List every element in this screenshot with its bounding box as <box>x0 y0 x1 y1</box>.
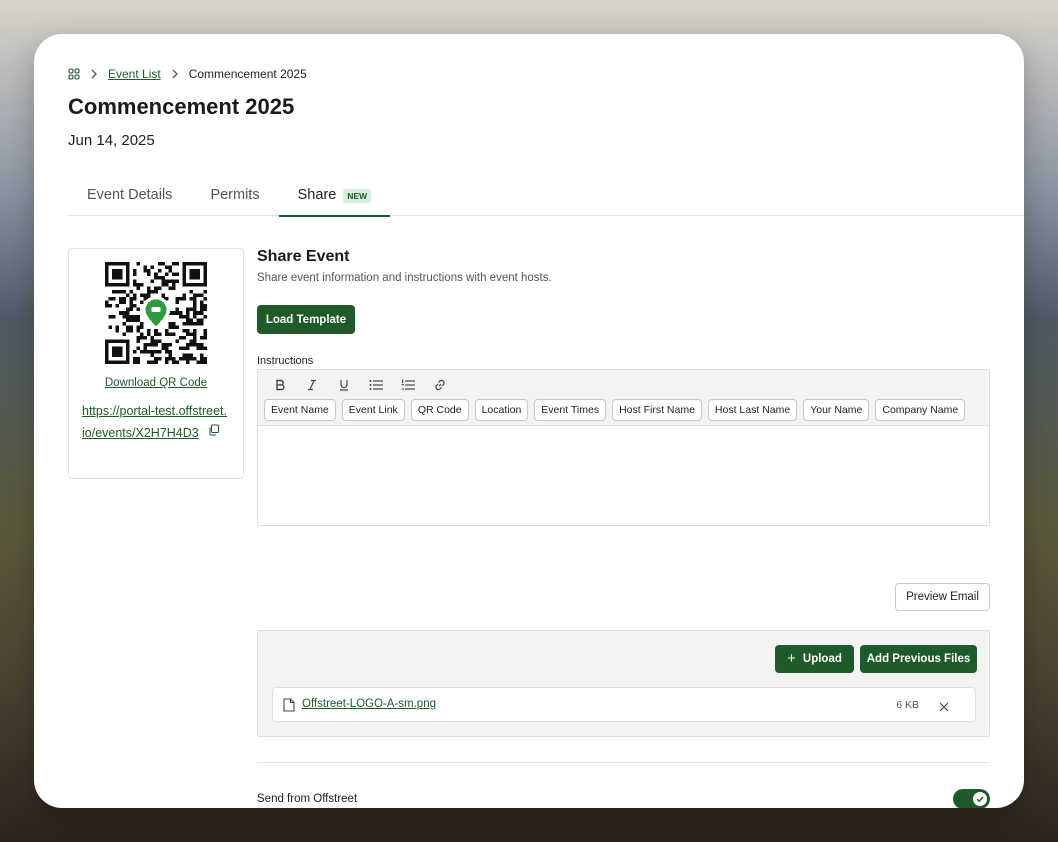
instructions-label: Instructions <box>257 355 314 367</box>
attachments-panel: + Upload Add Previous Files Offstreet-LO… <box>257 630 990 737</box>
qr-card: Download QR Code https://portal-test.off… <box>68 248 244 479</box>
grid-icon[interactable] <box>68 68 80 80</box>
car-pin-icon <box>141 296 171 327</box>
load-template-button[interactable]: Load Template <box>257 305 355 334</box>
breadcrumb-event-list-link[interactable]: Event List <box>108 67 161 81</box>
merge-field-token-host-last-name[interactable]: Host Last Name <box>707 399 798 421</box>
instructions-text-area[interactable] <box>258 426 989 525</box>
instructions-editor: Event Name Event Link QR Code Location Event… <box>257 369 990 526</box>
preview-email-button[interactable]: Preview Email <box>895 583 990 611</box>
upload-button[interactable]: + Upload <box>775 645 854 673</box>
new-badge: NEW <box>343 189 372 203</box>
editor-toolbar: Event Name Event Link QR Code Location Event… <box>258 370 989 426</box>
app-window: Event List Commencement 2025 Commencemen… <box>34 34 1024 808</box>
check-icon <box>973 792 987 806</box>
attachment-row: Offstreet-LOGO-A-sm.png 6 KB <box>272 687 976 722</box>
share-event-heading: Share Event <box>257 248 350 265</box>
tab-permits[interactable]: Permits <box>191 180 278 216</box>
chevron-right-icon <box>171 69 179 79</box>
underline-icon[interactable] <box>328 374 360 396</box>
chevron-right-icon <box>90 69 98 79</box>
attachment-file-link[interactable]: Offstreet-LOGO-A-sm.png <box>302 698 436 710</box>
share-event-description: Share event information and instructions… <box>257 272 552 284</box>
tab-event-details[interactable]: Event Details <box>68 180 191 216</box>
merge-field-token-event-link[interactable]: Event Link <box>341 399 405 421</box>
merge-field-token-host-first-name[interactable]: Host First Name <box>612 399 702 421</box>
bold-icon[interactable] <box>264 374 296 396</box>
send-from-offstreet-label: Send from Offstreet <box>257 793 358 805</box>
merge-field-token-your-name[interactable]: Your Name <box>803 399 870 421</box>
tab-bar: Event Details Permits Share NEW <box>68 180 1024 217</box>
tab-share[interactable]: Share NEW <box>278 180 391 217</box>
breadcrumb: Event List Commencement 2025 <box>68 66 307 82</box>
merge-field-tokens: Event Name Event Link QR Code Location Event… <box>264 399 971 421</box>
tab-label: Event Details <box>87 187 173 203</box>
upload-label: Upload <box>802 653 842 665</box>
event-date: Jun 14, 2025 <box>68 132 155 149</box>
qr-code-image <box>105 262 207 364</box>
event-share-url: https://portal-test.offstreet.io/events/… <box>82 401 227 444</box>
plus-icon: + <box>787 650 796 667</box>
page-title: Commencement 2025 <box>68 94 295 119</box>
section-divider <box>257 762 990 763</box>
add-previous-files-button[interactable]: Add Previous Files <box>860 645 977 673</box>
attachment-file-size: 6 KB <box>896 699 919 711</box>
breadcrumb-current: Commencement 2025 <box>188 67 307 81</box>
merge-field-token-event-name[interactable]: Event Name <box>264 399 336 421</box>
numbered-list-icon[interactable] <box>392 374 424 396</box>
copy-icon[interactable] <box>208 422 220 436</box>
close-icon[interactable] <box>939 699 949 712</box>
merge-field-token-event-times[interactable]: Event Times <box>534 399 607 421</box>
download-qr-code-link[interactable]: Download QR Code <box>69 377 243 389</box>
bullet-list-icon[interactable] <box>360 374 392 396</box>
link-icon[interactable] <box>424 374 456 396</box>
event-url-link[interactable]: https://portal-test.offstreet.io/events/… <box>82 404 227 440</box>
tab-label: Share <box>297 187 337 203</box>
italic-icon[interactable] <box>296 374 328 396</box>
file-icon <box>283 698 295 712</box>
send-from-offstreet-toggle[interactable] <box>953 789 990 808</box>
merge-field-token-company-name[interactable]: Company Name <box>875 399 966 421</box>
tab-label: Permits <box>210 187 260 203</box>
merge-field-token-qr-code[interactable]: QR Code <box>410 399 469 421</box>
merge-field-token-location[interactable]: Location <box>474 399 529 421</box>
